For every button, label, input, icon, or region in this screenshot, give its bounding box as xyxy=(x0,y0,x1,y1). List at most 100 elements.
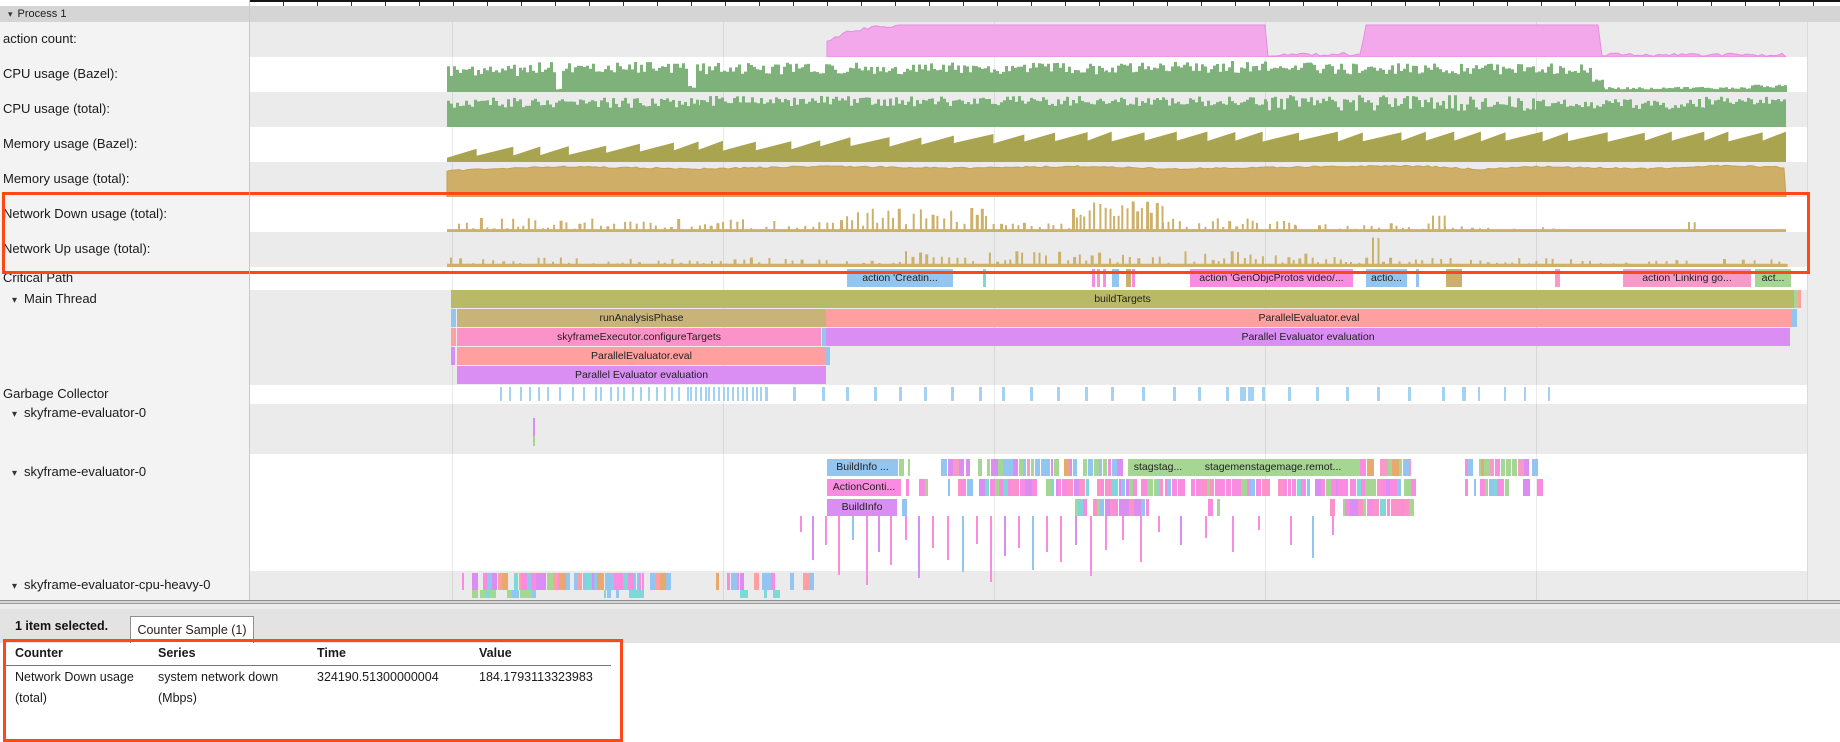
evaluator-slice[interactable] xyxy=(1073,459,1076,476)
evaluator-slice[interactable] xyxy=(1167,479,1171,496)
evaluator-slice[interactable] xyxy=(1003,459,1010,476)
main-thread-slice[interactable] xyxy=(451,328,456,346)
cpu-heavy-slice[interactable] xyxy=(740,573,744,590)
track-row-bg[interactable] xyxy=(249,267,1840,290)
evaluator-slice[interactable] xyxy=(1111,479,1118,496)
sidebar-item-memory-usage-bazel[interactable]: Memory usage (Bazel): xyxy=(0,137,246,151)
critical-path-slice[interactable]: actio... xyxy=(1366,269,1407,287)
cpu-heavy-slice[interactable] xyxy=(541,573,546,590)
deep-stack-sliver[interactable] xyxy=(1205,516,1207,538)
evaluator-slice[interactable] xyxy=(1268,479,1271,496)
evaluator-slice[interactable] xyxy=(1013,459,1018,476)
deep-stack-sliver[interactable] xyxy=(825,516,827,545)
gc-event-tick[interactable] xyxy=(1377,387,1380,401)
evaluator-slice[interactable] xyxy=(1474,479,1477,496)
cpu-heavy-slice[interactable] xyxy=(502,573,508,590)
evaluator-slice[interactable] xyxy=(1051,479,1055,496)
evaluator-slice[interactable] xyxy=(1367,459,1373,476)
cpu-heavy-slice[interactable] xyxy=(494,590,496,598)
evaluator-slice[interactable] xyxy=(1490,459,1495,476)
evaluator-slice[interactable] xyxy=(1409,459,1411,476)
deep-stack-sliver[interactable] xyxy=(1032,516,1034,570)
gc-event-tick[interactable] xyxy=(648,387,650,401)
gc-event-tick[interactable] xyxy=(1288,387,1291,401)
gc-event-tick[interactable] xyxy=(664,387,666,401)
evaluator-slice[interactable] xyxy=(1134,499,1141,516)
gc-event-tick[interactable] xyxy=(924,387,927,401)
evaluator-slice[interactable] xyxy=(1370,479,1376,496)
counter-chart-action-count[interactable] xyxy=(0,22,1840,57)
evaluator-slice[interactable] xyxy=(978,459,982,476)
sidebar-item-network-up-usage-total[interactable]: Network Up usage (total): xyxy=(0,242,246,256)
deep-stack-sliver[interactable] xyxy=(1090,516,1092,576)
evaluator-slice[interactable] xyxy=(1035,459,1041,476)
gc-event-tick[interactable] xyxy=(756,387,758,401)
gc-event-tick[interactable] xyxy=(617,387,619,401)
counter-chart-memory-usage-total-[interactable] xyxy=(0,162,1840,197)
main-thread-slice[interactable] xyxy=(1792,309,1797,327)
deep-stack-sliver[interactable] xyxy=(1232,516,1234,552)
evaluator-slice[interactable] xyxy=(1103,459,1107,476)
counter-sawtooth[interactable] xyxy=(447,132,1786,162)
counter-spikes[interactable] xyxy=(447,202,1786,233)
main-thread-slice[interactable]: runAnalysisPhase xyxy=(457,309,826,327)
sidebar-item-skyframe-evaluator-0[interactable]: ▾skyframe-evaluator-0 xyxy=(0,406,243,420)
gc-event-tick[interactable] xyxy=(718,387,720,401)
cpu-heavy-slice[interactable] xyxy=(754,573,758,590)
evaluator-slice[interactable] xyxy=(1373,499,1380,516)
evaluator-slice[interactable]: stagstag... xyxy=(1128,459,1188,476)
evaluator-slice[interactable] xyxy=(1321,479,1325,496)
cpu-heavy-slice[interactable] xyxy=(472,590,478,598)
evaluator-slice[interactable] xyxy=(1465,479,1468,496)
evaluator-slice[interactable] xyxy=(1067,479,1074,496)
evaluator-slice[interactable] xyxy=(1160,479,1163,496)
evaluator-slice[interactable] xyxy=(908,459,911,476)
critical-path-slice[interactable]: action 'GenObjcProtos video/... xyxy=(1190,269,1353,287)
gc-event-tick[interactable] xyxy=(746,387,748,401)
cpu-heavy-slice[interactable] xyxy=(737,573,739,590)
gc-event-tick[interactable] xyxy=(846,387,849,401)
gc-event-tick[interactable] xyxy=(760,387,762,401)
evaluator-slice[interactable] xyxy=(1256,479,1262,496)
gc-event-tick[interactable] xyxy=(1524,387,1526,401)
counter-bars[interactable] xyxy=(447,95,1786,127)
evaluator-slice[interactable] xyxy=(1409,499,1414,516)
collapse-icon[interactable]: ▾ xyxy=(0,581,17,592)
main-thread-slice[interactable] xyxy=(451,347,455,365)
cpu-heavy-slice[interactable] xyxy=(616,590,619,598)
evaluator-slice[interactable] xyxy=(1083,499,1088,516)
counter-area[interactable] xyxy=(447,165,1786,197)
gc-event-tick[interactable] xyxy=(1478,387,1480,401)
evaluator-slice[interactable] xyxy=(1411,479,1416,496)
evaluator-slice[interactable] xyxy=(925,479,928,496)
evaluator-slice[interactable] xyxy=(1360,459,1366,476)
cpu-heavy-slice[interactable] xyxy=(512,590,519,598)
gc-event-tick[interactable] xyxy=(723,387,725,401)
gc-event-tick[interactable] xyxy=(1548,387,1550,401)
counter-bars[interactable] xyxy=(447,61,1787,92)
gc-event-tick[interactable] xyxy=(1173,387,1176,401)
main-thread-slice[interactable]: Parallel Evaluator evaluation xyxy=(826,328,1790,346)
critical-path-slice[interactable]: act... xyxy=(1755,269,1791,287)
main-thread-slice[interactable]: buildTargets xyxy=(451,290,1794,308)
cpu-heavy-slice[interactable] xyxy=(566,573,570,590)
gc-event-tick[interactable] xyxy=(1030,387,1033,401)
evaluator-slice[interactable] xyxy=(1350,479,1357,496)
evaluator-slice[interactable] xyxy=(987,459,990,476)
evaluator-slice[interactable] xyxy=(1495,459,1500,476)
gc-event-tick[interactable] xyxy=(1316,387,1319,401)
evaluator-slice[interactable] xyxy=(1380,499,1386,516)
evaluator-slice[interactable] xyxy=(1397,479,1401,496)
evaluator-slice[interactable] xyxy=(1100,499,1104,516)
gc-event-tick[interactable] xyxy=(572,387,574,401)
evaluator-slice[interactable] xyxy=(991,459,998,476)
cpu-heavy-slice[interactable] xyxy=(637,590,644,598)
deep-stack-sliver[interactable] xyxy=(878,516,880,552)
evaluator-slice[interactable] xyxy=(1301,479,1306,496)
critical-path-slice[interactable] xyxy=(1446,269,1462,287)
evaluator-slice[interactable] xyxy=(1288,479,1291,496)
sidebar-item-garbage-collector[interactable]: Garbage Collector xyxy=(0,387,246,401)
cpu-heavy-slice[interactable] xyxy=(809,573,814,590)
sidebar-divider[interactable] xyxy=(249,0,250,600)
counter-chart-memory-usage-bazel-[interactable] xyxy=(0,127,1840,162)
